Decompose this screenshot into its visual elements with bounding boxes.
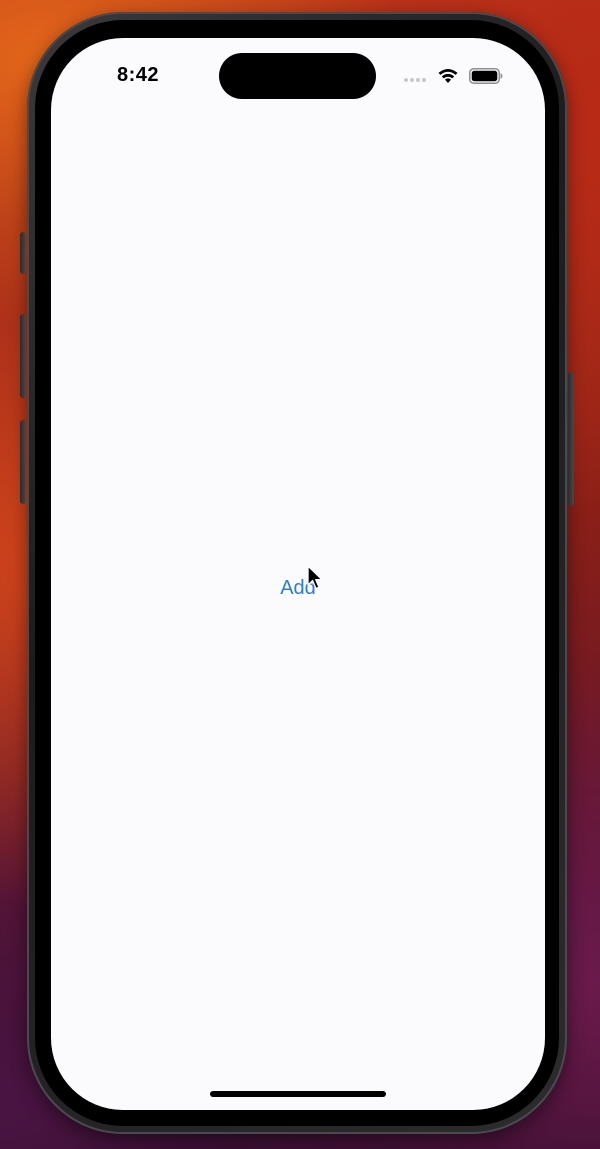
signal-dots-icon bbox=[404, 78, 426, 82]
power-button bbox=[568, 372, 574, 506]
home-indicator[interactable] bbox=[210, 1091, 386, 1097]
phone-screen: 8:42 Add bbox=[51, 38, 545, 1110]
battery-icon bbox=[469, 68, 503, 84]
dynamic-island bbox=[219, 53, 376, 99]
status-time: 8:42 bbox=[117, 64, 160, 86]
status-bar: 8:42 bbox=[51, 38, 545, 118]
volume-down-button bbox=[20, 420, 26, 504]
arrow-pointer-icon bbox=[307, 565, 323, 590]
wifi-icon bbox=[438, 69, 458, 83]
volume-up-button bbox=[20, 314, 26, 398]
action-button bbox=[20, 232, 26, 274]
